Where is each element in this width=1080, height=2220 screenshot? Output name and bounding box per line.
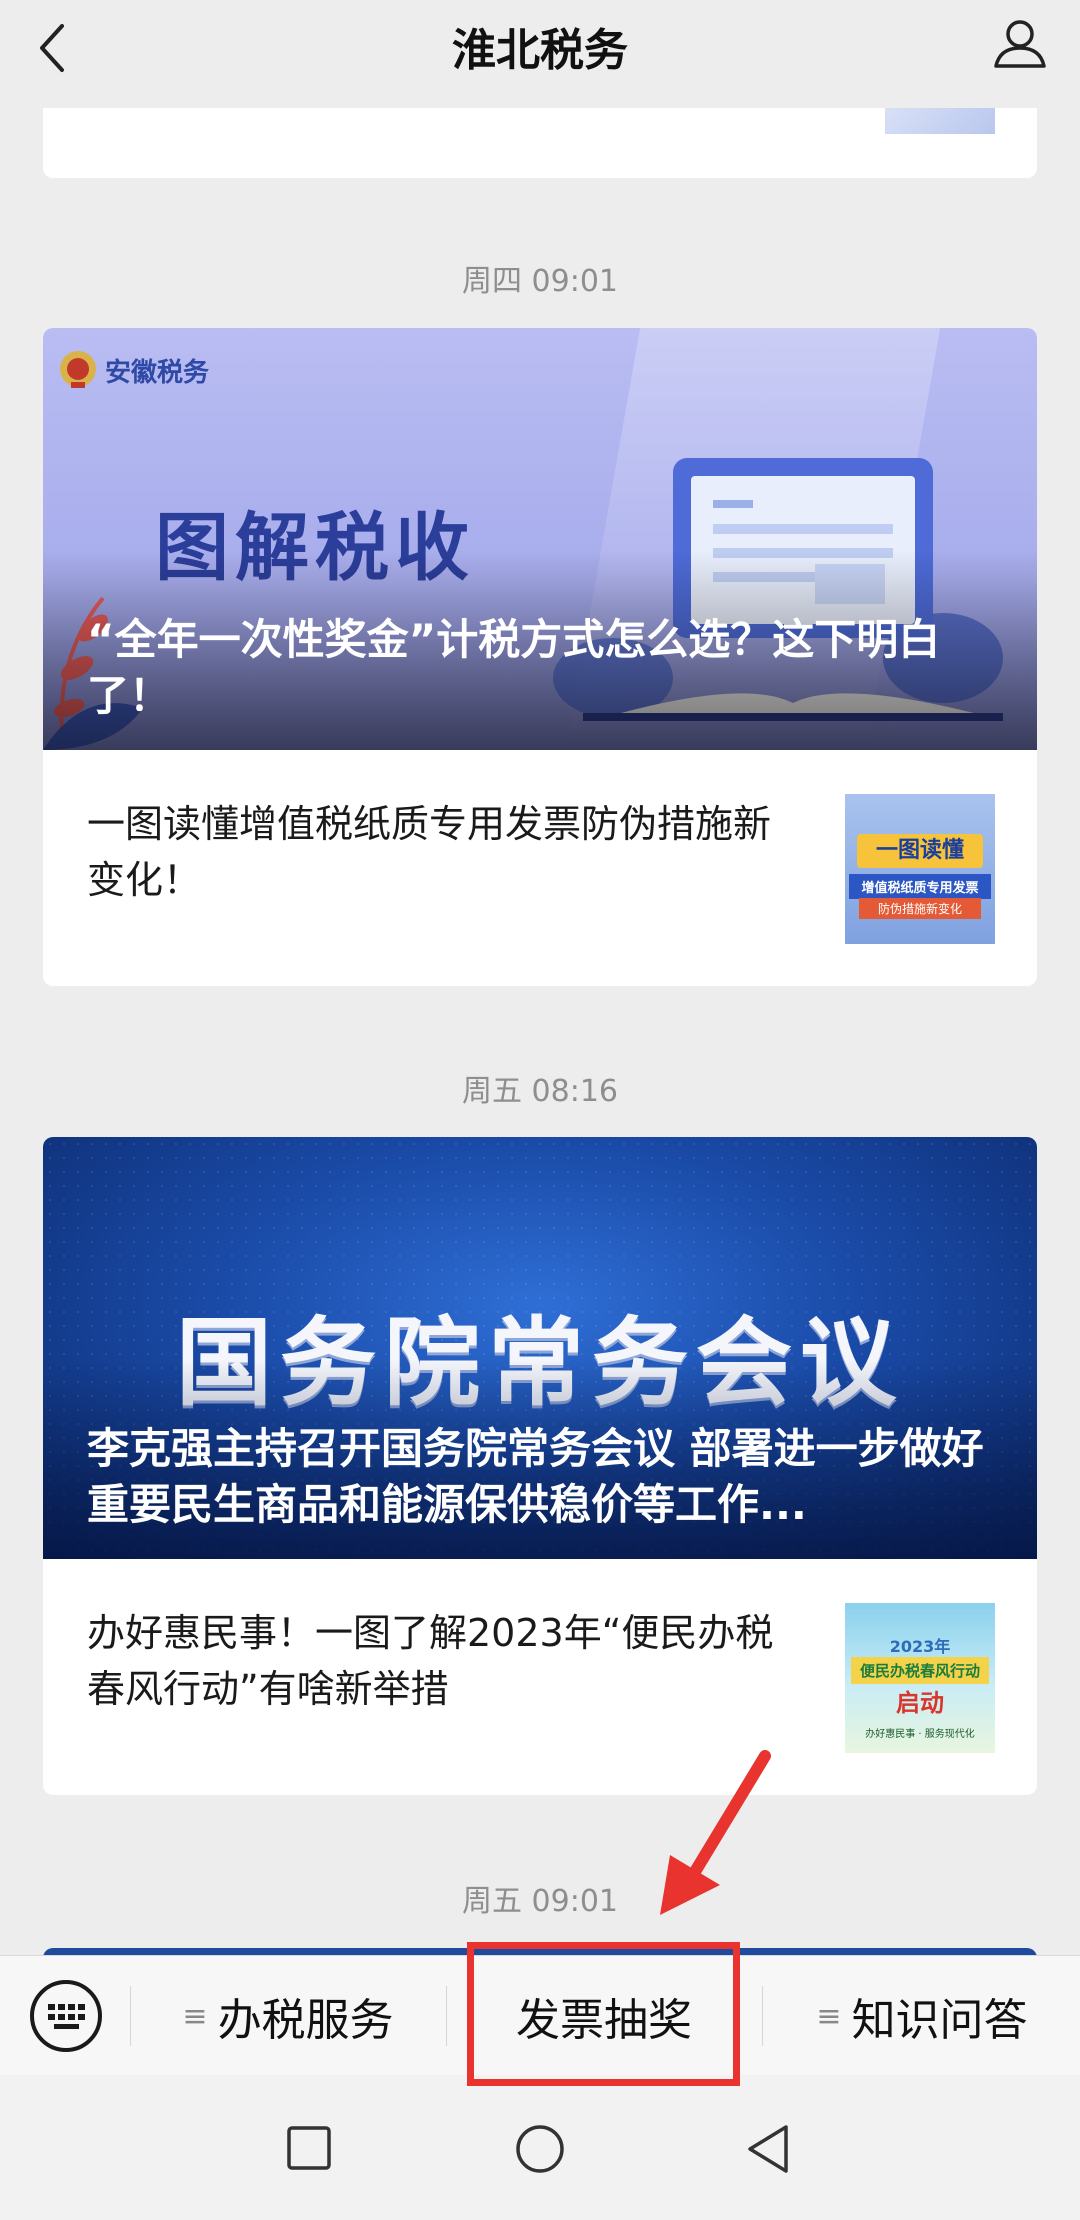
thumb-year: 2023年 xyxy=(889,1637,951,1656)
article-list-item[interactable]: 办好惠民事！一图了解2023年“便民办税春风行动”有啥新举措 2023年 便民办… xyxy=(43,1559,1037,1795)
banner-caption: 李克强主持召开国务院常务会议 部署进一步做好重要民生商品和能源保供稳价等工作..… xyxy=(87,1424,984,1529)
menu-tax-service[interactable]: ≡ 办税服务 xyxy=(132,1956,444,2076)
brand-label: 安徽税务 xyxy=(105,358,210,388)
system-navigation-bar xyxy=(0,2075,1080,2220)
article-banner[interactable]: 安徽税务 图解税收 “全年一次性奖金”计税方式怎么选？这下明白了！ xyxy=(43,328,1037,750)
menu-knowledge-quiz[interactable]: ≡ 知识问答 xyxy=(764,1956,1080,2076)
menu-list-icon: ≡ xyxy=(182,1998,208,2034)
menu-list-icon: ≡ xyxy=(816,1998,842,2034)
divider xyxy=(446,1986,447,2046)
timestamp: 周五 09:01 xyxy=(462,1884,618,1919)
divider xyxy=(130,1986,131,2046)
home-icon[interactable] xyxy=(514,2123,566,2175)
article-title: 一图读懂增值税纸质专用发票防伪措施新变化！ xyxy=(87,802,772,902)
divider xyxy=(762,1986,763,2046)
highlight-box-annotation xyxy=(467,1942,740,2086)
red-arrow-annotation xyxy=(660,1750,771,1915)
thumb-subtitle: 启动 xyxy=(896,1688,944,1717)
thumb-footer: 办好惠民事 · 服务现代化 xyxy=(865,1729,975,1740)
top-bar: 淮北税务 xyxy=(0,0,1080,108)
thumb-subtitle: 增值税纸质专用发票 xyxy=(849,874,991,899)
article-banner[interactable]: 国务院常务会议 李克强主持召开国务院常务会议 部署进一步做好重要民生商品和能源保… xyxy=(43,1137,1037,1559)
tax-emblem-icon xyxy=(57,348,99,390)
article-card[interactable]: 国务院常务会议 李克强主持召开国务院常务会议 部署进一步做好重要民生商品和能源保… xyxy=(43,1137,1037,1795)
message-feed[interactable]: 周四 09:01 安徽税务 图解税收 “全年一次性奖金”计税方式怎么选？这下明白… xyxy=(0,0,1080,1955)
menu-label: 办税服务 xyxy=(217,1995,394,2046)
page-title: 淮北税务 xyxy=(452,25,628,76)
article-list-item[interactable]: 一图读懂增值税纸质专用发票防伪措施新变化！ 一图读懂 增值税纸质专用发票 防伪措… xyxy=(43,750,1037,986)
back-nav-icon[interactable] xyxy=(744,2123,792,2175)
article-card[interactable]: 安徽税务 图解税收 “全年一次性奖金”计税方式怎么选？这下明白了！ 一图读懂增值… xyxy=(43,328,1037,986)
user-profile-icon[interactable] xyxy=(990,14,1050,74)
thumb-label: 一图读懂 xyxy=(857,834,983,868)
timestamp: 周五 08:16 xyxy=(462,1074,618,1109)
article-thumbnail: 2023年 便民办税春风行动 启动 办好惠民事 · 服务现代化 xyxy=(845,1603,995,1753)
menu-label: 知识问答 xyxy=(851,1995,1028,2046)
keyboard-icon[interactable] xyxy=(28,1978,104,2054)
article-title: 办好惠民事！一图了解2023年“便民办税春风行动”有啥新举措 xyxy=(87,1611,774,1711)
thumb-subtitle-2: 防伪措施新变化 xyxy=(859,898,981,919)
article-thumbnail: 一图读懂 增值税纸质专用发票 防伪措施新变化 xyxy=(845,794,995,944)
timestamp: 周四 09:01 xyxy=(462,264,618,299)
banner-caption: “全年一次性奖金”计税方式怎么选？这下明白了！ xyxy=(87,615,941,720)
thumb-label: 便民办税春风行动 xyxy=(851,1657,989,1684)
recent-apps-icon[interactable] xyxy=(286,2125,332,2171)
